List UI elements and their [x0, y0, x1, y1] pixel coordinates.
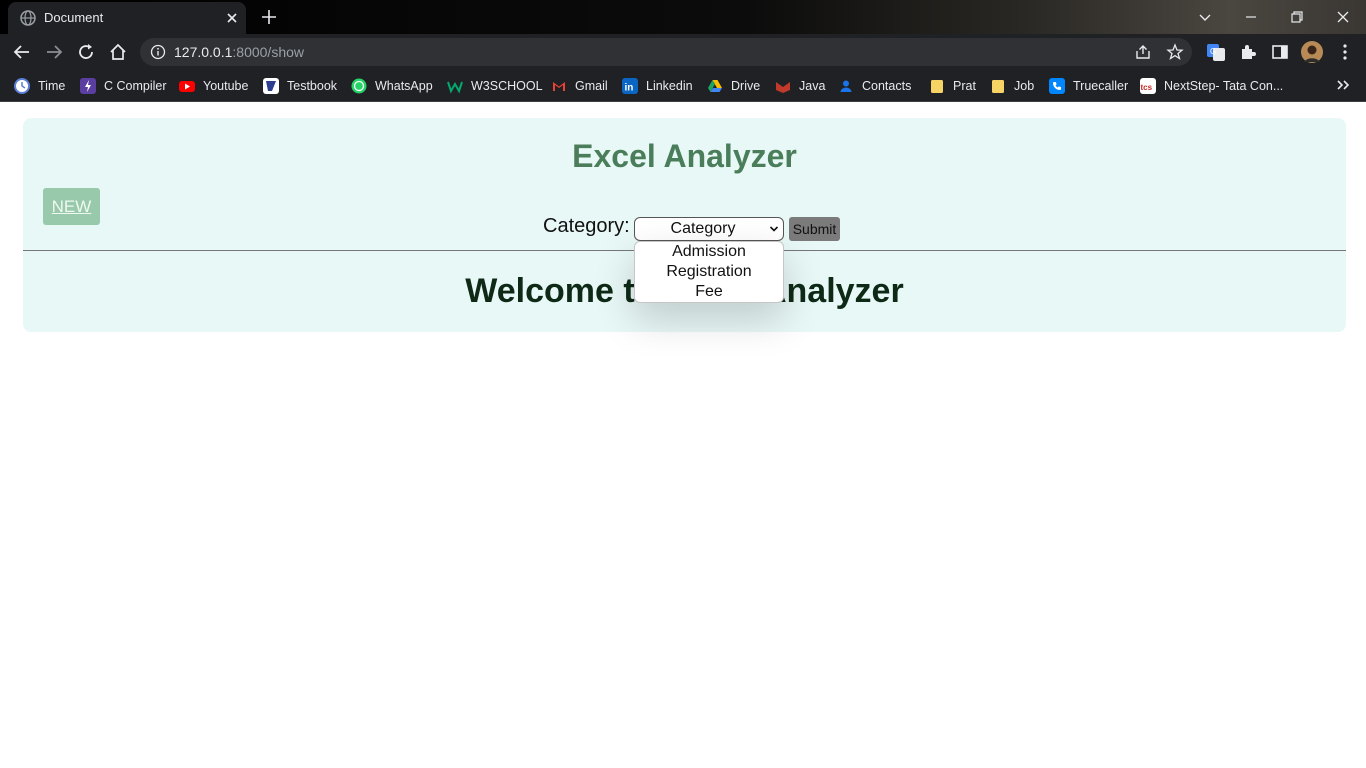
dropdown-option-registration[interactable]: Registration [635, 262, 783, 282]
globe-icon [20, 10, 36, 26]
share-icon[interactable] [1134, 43, 1152, 61]
folder-icon [990, 78, 1006, 94]
tab-title: Document [44, 10, 104, 25]
category-label: Category: [543, 215, 630, 237]
new-tab-icon[interactable] [260, 8, 278, 26]
w3schools-icon [447, 78, 463, 94]
submit-button[interactable]: Submit [789, 217, 840, 241]
bookmark-testbook[interactable]: Testbook [263, 77, 337, 95]
minimize-icon[interactable] [1240, 6, 1262, 28]
bookmark-label: Job [1014, 79, 1035, 93]
bookmark-time[interactable]: Time [14, 77, 65, 95]
bookmark-drive[interactable]: Drive [707, 77, 760, 95]
bookmark-star-icon[interactable] [1166, 43, 1184, 61]
drive-icon [707, 78, 723, 94]
close-window-icon[interactable] [1332, 6, 1354, 28]
bookmark-linkedin[interactable]: in Linkedin [622, 77, 693, 95]
url-host: 127.0.0.1 [174, 44, 233, 60]
bookmark-c-compiler[interactable]: C Compiler [80, 77, 167, 95]
bookmark-label: Testbook [287, 79, 338, 93]
browser-toolbar: 127.0.0.1:8000/show G [0, 34, 1366, 70]
bolt-icon [80, 78, 96, 94]
browser-tab[interactable]: Document [8, 2, 246, 34]
truecaller-icon [1049, 78, 1065, 94]
bookmark-label: Contacts [862, 79, 912, 93]
gmail-icon [551, 78, 567, 94]
linkedin-icon: in [622, 78, 638, 94]
bookmark-gmail[interactable]: Gmail [551, 77, 608, 95]
bookmark-prat[interactable]: Prat [929, 77, 976, 95]
bookmark-w3school[interactable]: W3SCHOOL [447, 77, 543, 95]
clock-icon [14, 78, 30, 94]
testbook-icon [263, 78, 279, 94]
bookmark-nextstep[interactable]: tcs NextStep- Tata Con... [1140, 77, 1283, 95]
bookmark-label: Youtube [203, 79, 249, 93]
bookmark-label: WhatsApp [375, 79, 433, 93]
dropdown-option-admission[interactable]: Admission [635, 242, 783, 262]
bookmark-youtube[interactable]: Youtube [179, 77, 248, 95]
bookmarks-bar: Time C Compiler Youtube Testbook WhatsAp… [0, 70, 1366, 102]
tab-strip: Document [0, 0, 1366, 34]
bookmark-label: Gmail [575, 79, 608, 93]
url-path: :8000/show [232, 44, 304, 60]
java-icon [775, 78, 791, 94]
bookmark-job[interactable]: Job [990, 77, 1034, 95]
url-text[interactable]: 127.0.0.1:8000/show [174, 44, 304, 60]
address-bar[interactable]: 127.0.0.1:8000/show [140, 38, 1192, 66]
restore-icon[interactable] [1286, 6, 1308, 28]
contacts-icon [838, 78, 854, 94]
bookmark-label: Drive [731, 79, 761, 93]
back-icon[interactable] [12, 42, 32, 62]
svg-text:tcs: tcs [1141, 83, 1153, 92]
bookmark-whatsapp[interactable]: WhatsApp [351, 77, 433, 95]
bookmark-label: Prat [953, 79, 976, 93]
category-dropdown: Admission Registration Fee [634, 241, 784, 303]
profile-avatar[interactable] [1301, 41, 1323, 63]
extensions-icon[interactable] [1238, 42, 1258, 62]
bookmark-contacts[interactable]: Contacts [838, 77, 911, 95]
page-title: Excel Analyzer [572, 138, 797, 174]
bookmark-label: Truecaller [1073, 79, 1129, 93]
google-translate-icon[interactable]: G [1206, 42, 1226, 62]
bookmark-truecaller[interactable]: Truecaller [1049, 77, 1128, 95]
bookmark-label: C Compiler [104, 79, 167, 93]
bookmark-label: Time [38, 79, 66, 93]
category-select-value: Category [670, 220, 736, 237]
bookmark-label: NextStep- Tata Con... [1164, 79, 1284, 93]
svg-text:in: in [625, 83, 634, 94]
side-panel-icon[interactable] [1270, 42, 1290, 62]
bookmark-label: Java [799, 79, 826, 93]
close-tab-icon[interactable] [224, 10, 240, 26]
more-bookmarks-icon[interactable] [1334, 76, 1352, 94]
bookmark-java[interactable]: Java [775, 77, 825, 95]
chevron-down-icon [769, 226, 779, 232]
reload-icon[interactable] [76, 42, 96, 62]
new-button[interactable]: NEW [43, 188, 100, 225]
svg-text:G: G [1210, 47, 1216, 56]
bookmark-label: W3SCHOOL [471, 79, 543, 93]
whatsapp-icon [351, 78, 367, 94]
category-select[interactable]: Category [634, 217, 784, 241]
bookmark-label: Linkedin [646, 79, 693, 93]
home-icon[interactable] [108, 42, 128, 62]
dropdown-option-fee[interactable]: Fee [635, 282, 783, 302]
site-info-icon[interactable] [150, 44, 166, 60]
youtube-icon [179, 78, 195, 94]
folder-icon [929, 78, 945, 94]
menu-kebab-icon[interactable] [1335, 42, 1355, 62]
tab-search-chevron-icon[interactable] [1194, 6, 1216, 28]
forward-icon[interactable] [44, 42, 64, 62]
tcs-icon: tcs [1140, 78, 1156, 94]
